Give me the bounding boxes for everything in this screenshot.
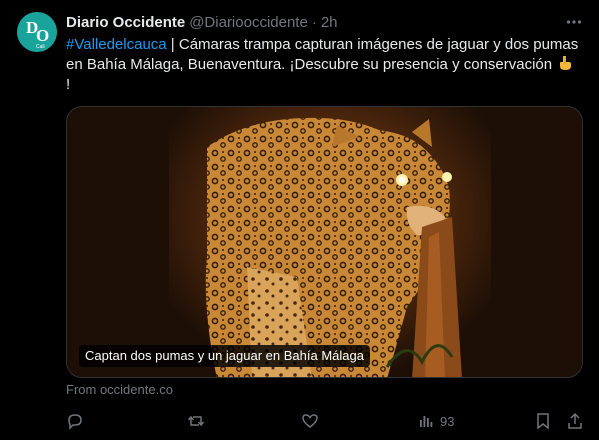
share-icon xyxy=(568,412,582,429)
retweet-icon xyxy=(187,415,205,427)
more-options-button[interactable] xyxy=(562,12,586,32)
media-card[interactable]: Captan dos pumas y un jaguar en Bahía Má… xyxy=(66,106,583,378)
reply-icon xyxy=(68,414,82,430)
tweet-card[interactable]: D O Cali Diario Occidente @Diarioocciden… xyxy=(0,0,599,440)
avatar-logo: D O Cali xyxy=(17,12,57,52)
tweet-body-end: ! xyxy=(66,76,71,93)
tweet-time[interactable]: 2h xyxy=(321,14,338,31)
reply-button[interactable] xyxy=(66,411,84,431)
author-name[interactable]: Diario Occidente xyxy=(66,14,185,31)
views-button[interactable]: 93 xyxy=(418,411,454,431)
views-count: 93 xyxy=(440,413,455,429)
hashtag-link[interactable]: #Valledelcauca xyxy=(66,36,167,53)
jaguar-photo xyxy=(67,107,582,377)
link-source[interactable]: From occidente.co xyxy=(66,382,173,397)
like-button[interactable] xyxy=(301,411,319,431)
like-icon xyxy=(302,414,318,428)
retweet-button[interactable] xyxy=(187,411,205,431)
svg-text:O: O xyxy=(36,26,49,45)
share-button[interactable] xyxy=(566,411,584,431)
views-icon xyxy=(420,416,433,427)
action-bar: 93 xyxy=(0,408,599,434)
tweet-header: Diario Occidente @Diariooccidente · 2h xyxy=(66,12,338,32)
point-down-icon xyxy=(560,56,572,70)
avatar[interactable]: D O Cali xyxy=(17,12,57,52)
more-icon xyxy=(566,20,582,24)
media-caption: Captan dos pumas y un jaguar en Bahía Má… xyxy=(79,345,370,367)
bookmark-button[interactable] xyxy=(534,411,552,431)
svg-text:Cali: Cali xyxy=(36,44,45,50)
author-handle[interactable]: @Diariooccidente xyxy=(189,14,308,31)
bookmark-icon xyxy=(537,413,549,430)
time-separator: · xyxy=(311,13,317,31)
tweet-text: #Valledelcauca | Cámaras trampa capturan… xyxy=(66,35,581,95)
